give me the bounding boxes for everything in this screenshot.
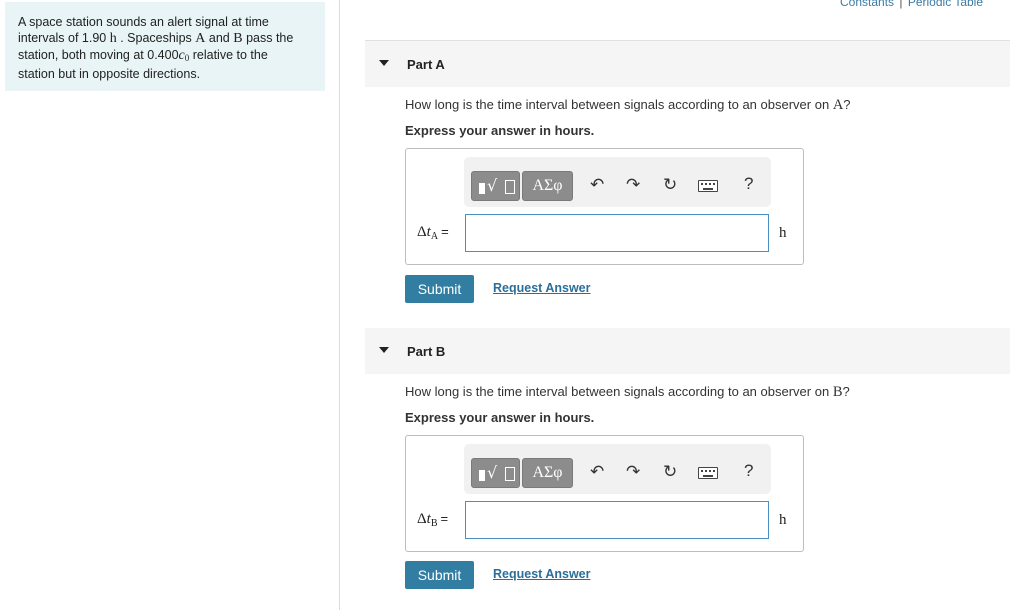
resource-links: Constants | Periodic Table (840, 0, 983, 9)
symbols-button[interactable]: ΑΣφ (522, 458, 573, 488)
part-a-question: How long is the time interval between si… (405, 97, 851, 114)
submit-button[interactable]: Submit (405, 275, 474, 303)
question-text: How long is the time interval between si… (405, 97, 830, 112)
periodic-table-link[interactable]: Periodic Table (908, 0, 983, 9)
question-mark: ? (842, 384, 850, 399)
answer-input[interactable] (465, 214, 769, 252)
undo-icon[interactable]: ↶ (590, 462, 604, 482)
question-text: How long is the time interval between si… (405, 384, 830, 399)
part-b-answer-box: √ ΑΣφ ↶ ↷ ↻ ? ΔtB = h (405, 435, 804, 552)
question-variable: A (832, 97, 844, 113)
answer-input[interactable] (465, 501, 769, 539)
symbols-button[interactable]: ΑΣφ (522, 171, 573, 201)
problem-text: and (208, 31, 230, 45)
unit-symbol: h (109, 31, 117, 46)
problem-text: relative to the (192, 48, 268, 62)
radical-icon: √ (487, 463, 498, 482)
part-a-header[interactable]: Part A (365, 41, 1010, 87)
part-b-instruction: Express your answer in hours. (405, 410, 595, 425)
math-toolbar: √ ΑΣφ ↶ ↷ ↻ ? (464, 444, 771, 494)
variable-subscript: B (430, 518, 438, 529)
part-b-question: How long is the time interval between si… (405, 384, 850, 401)
variable-label: ΔtB = (417, 511, 448, 529)
problem-text: pass the (246, 31, 294, 45)
part-a-answer-box: √ ΑΣφ ↶ ↷ ↻ ? ΔtA = h (405, 148, 804, 265)
keyboard-icon[interactable] (698, 180, 718, 192)
part-a-title: Part A (407, 57, 445, 72)
problem-line-1: A space station sounds an alert signal a… (18, 14, 311, 30)
submit-button[interactable]: Submit (405, 561, 474, 589)
delta-symbol: Δ (417, 224, 427, 240)
templates-icon (479, 470, 485, 481)
templates-icon (479, 183, 485, 194)
problem-text: . Spaceships (120, 31, 192, 45)
constants-link[interactable]: Constants (840, 0, 894, 9)
request-answer-link[interactable]: Request Answer (493, 567, 590, 581)
reset-icon[interactable]: ↻ (663, 175, 677, 195)
equals-sign: = (441, 224, 449, 239)
problem-text: A space station sounds an alert signal a… (18, 15, 269, 29)
unit-label: h (779, 512, 787, 528)
request-answer-link[interactable]: Request Answer (493, 281, 590, 295)
keyboard-icon[interactable] (698, 467, 718, 479)
problem-line-4: station but in opposite directions. (18, 66, 311, 82)
problem-text: intervals of 1.90 (18, 31, 107, 45)
problem-statement: A space station sounds an alert signal a… (5, 2, 325, 91)
delta-symbol: Δ (417, 511, 427, 527)
collapse-triangle-icon[interactable] (379, 347, 389, 353)
question-mark: ? (843, 97, 851, 112)
radical-icon: √ (487, 176, 498, 195)
variable-label: ΔtA = (417, 224, 449, 242)
ship-a-symbol: A (195, 31, 206, 46)
placeholder-box-icon (505, 467, 515, 481)
problem-line-3: station, both moving at 0.400c0 relative… (18, 47, 311, 66)
help-button[interactable]: ? (744, 461, 753, 481)
undo-icon[interactable]: ↶ (590, 175, 604, 195)
problem-text: station, both moving at 0.400 (18, 48, 179, 62)
link-separator: | (899, 0, 903, 9)
unit-label: h (779, 225, 787, 241)
placeholder-box-icon (505, 180, 515, 194)
equals-sign: = (440, 511, 449, 526)
problem-text: station but in opposite directions. (18, 67, 201, 81)
redo-icon[interactable]: ↷ (626, 462, 640, 482)
templates-button[interactable]: √ (471, 171, 520, 201)
problem-line-2: intervals of 1.90 h . Spaceships A and B… (18, 30, 311, 47)
speed-of-light-subscript: 0 (184, 53, 190, 63)
ship-b-symbol: B (233, 31, 243, 46)
variable-subscript: A (430, 231, 439, 242)
help-button[interactable]: ? (744, 174, 753, 194)
part-b-header[interactable]: Part B (365, 328, 1010, 374)
part-a-instruction: Express your answer in hours. (405, 123, 595, 138)
column-divider (339, 0, 340, 610)
templates-button[interactable]: √ (471, 458, 520, 488)
part-b-title: Part B (407, 344, 446, 359)
reset-icon[interactable]: ↻ (663, 462, 677, 482)
math-toolbar: √ ΑΣφ ↶ ↷ ↻ ? (464, 157, 771, 207)
redo-icon[interactable]: ↷ (626, 175, 640, 195)
collapse-triangle-icon[interactable] (379, 60, 389, 66)
